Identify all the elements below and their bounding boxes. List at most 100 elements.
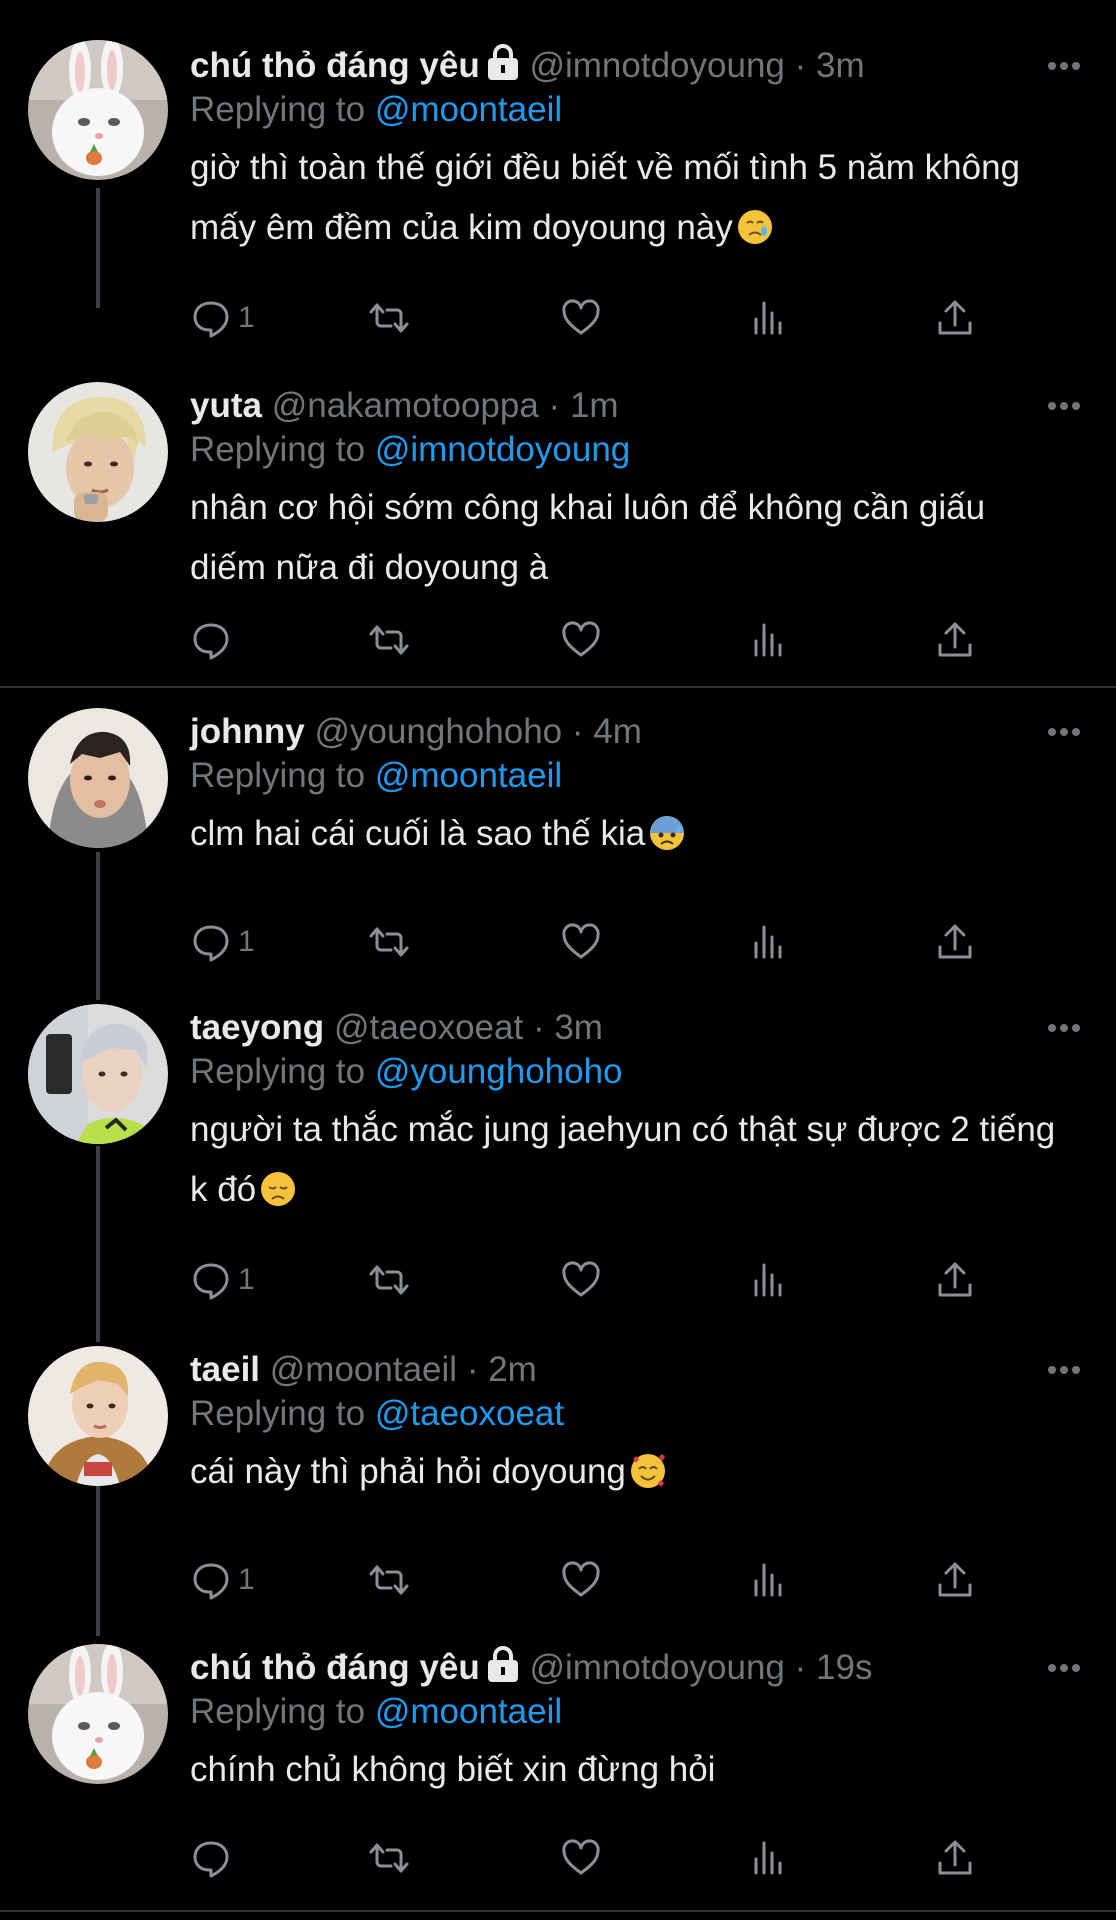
tweet-actions: 1 (190, 918, 990, 966)
tweet[interactable]: johnny @younghohoho · 4m Replying to @mo… (0, 688, 1116, 996)
tweet[interactable]: chú thỏ đáng yêu @imnotdoyoung · 3m Repl… (0, 0, 1116, 340)
retweet-icon (369, 1565, 409, 1595)
reply-count: 1 (238, 925, 255, 958)
retweet-icon (369, 927, 409, 957)
separator-dot: · (548, 386, 561, 425)
display-name[interactable]: taeyong (190, 1008, 324, 1047)
separator (0, 1910, 1116, 1912)
retweet-button[interactable] (368, 294, 410, 342)
reply-icon (193, 623, 229, 660)
replying-prefix: Replying to (190, 756, 366, 795)
handle[interactable]: @nakamotooppa (272, 386, 539, 425)
display-name[interactable]: chú thỏ đáng yêu (190, 46, 480, 85)
reply-button[interactable]: 1 (190, 294, 255, 342)
more-icon[interactable] (1044, 384, 1084, 428)
handle[interactable]: @imnotdoyoung (529, 46, 784, 85)
mention-link[interactable]: @taeoxoeat (375, 1394, 564, 1433)
tweet[interactable]: yuta @nakamotooppa · 1m Replying to @imn… (0, 340, 1116, 686)
heart-icon (562, 1561, 600, 1597)
handle[interactable]: @moontaeil (270, 1350, 457, 1389)
avatar[interactable] (28, 40, 168, 180)
tweet[interactable]: taeil @moontaeil · 2m Replying to @taeox… (0, 1336, 1116, 1636)
reply-button[interactable]: 1 (190, 1256, 255, 1304)
more-icon[interactable] (1044, 1646, 1084, 1690)
views-button[interactable] (748, 918, 790, 966)
handle[interactable]: @taeoxoeat (334, 1008, 523, 1047)
timestamp[interactable]: 4m (593, 712, 642, 751)
share-icon (938, 300, 972, 335)
retweet-button[interactable] (368, 1256, 410, 1304)
retweet-button[interactable] (368, 918, 410, 966)
replying-to: Replying to @moontaeil (190, 754, 1070, 798)
replying-to: Replying to @moontaeil (190, 1690, 1070, 1734)
like-button[interactable] (560, 1834, 602, 1882)
retweet-button[interactable] (368, 616, 410, 664)
reply-button[interactable]: 1 (190, 918, 255, 966)
avatar[interactable] (28, 382, 168, 522)
reply-button[interactable] (190, 1834, 238, 1882)
timestamp[interactable]: 3m (554, 1008, 603, 1047)
timestamp[interactable]: 19s (816, 1648, 872, 1687)
display-name[interactable]: johnny (190, 712, 305, 751)
share-button[interactable] (934, 616, 976, 664)
like-button[interactable] (560, 1256, 602, 1304)
like-button[interactable] (560, 616, 602, 664)
like-button[interactable] (560, 1556, 602, 1604)
more-icon[interactable] (1044, 710, 1084, 754)
tweet-text-body: giờ thì toàn thế giới đều biết về mối tì… (190, 148, 1021, 247)
retweet-button[interactable] (368, 1556, 410, 1604)
tweet[interactable]: taeyong @taeoxoeat · 3m Replying to @you… (0, 996, 1116, 1336)
like-button[interactable] (560, 294, 602, 342)
display-name[interactable]: taeil (190, 1350, 260, 1389)
tweet-text: nhân cơ hội sớm công khai luôn để không … (190, 478, 1070, 598)
retweet-button[interactable] (368, 1834, 410, 1882)
handle[interactable]: @younghohoho (314, 712, 562, 751)
mention-link[interactable]: @imnotdoyoung (375, 430, 630, 469)
tweet-header: yuta @nakamotooppa · 1m (190, 384, 1080, 428)
replying-prefix: Replying to (190, 90, 366, 129)
avatar[interactable] (28, 708, 168, 848)
more-icon[interactable] (1044, 44, 1084, 88)
tweet-actions (190, 1834, 990, 1882)
timestamp[interactable]: 3m (816, 46, 865, 85)
display-name[interactable]: chú thỏ đáng yêu (190, 1648, 480, 1687)
like-button[interactable] (560, 918, 602, 966)
share-button[interactable] (934, 1834, 976, 1882)
more-icon[interactable] (1044, 1348, 1084, 1392)
mention-link[interactable]: @moontaeil (375, 756, 562, 795)
tweet-text-body: cái này thì phải hỏi doyoung (190, 1452, 626, 1491)
views-button[interactable] (748, 1834, 790, 1882)
avatar[interactable] (28, 1644, 168, 1784)
views-button[interactable] (748, 1556, 790, 1604)
share-icon (938, 1262, 972, 1297)
views-button[interactable] (748, 1256, 790, 1304)
views-button[interactable] (748, 294, 790, 342)
avatar[interactable] (28, 1004, 168, 1144)
anxious-face-with-sweat-icon (650, 816, 685, 850)
mention-link[interactable]: @younghohoho (375, 1052, 623, 1091)
views-button[interactable] (748, 616, 790, 664)
reply-button[interactable]: 1 (190, 1556, 255, 1604)
display-name[interactable]: yuta (190, 386, 262, 425)
avatar[interactable] (28, 1346, 168, 1486)
share-button[interactable] (934, 1256, 976, 1304)
tweet[interactable]: chú thỏ đáng yêu @imnotdoyoung · 19s Rep… (0, 1636, 1116, 1910)
share-button[interactable] (934, 918, 976, 966)
timestamp[interactable]: 2m (488, 1350, 537, 1389)
smiling-face-with-hearts-icon (630, 1454, 665, 1488)
replying-prefix: Replying to (190, 1394, 366, 1433)
replying-to: Replying to @taeoxoeat (190, 1392, 1070, 1436)
more-icon[interactable] (1044, 1006, 1084, 1050)
tweet-text-body: chính chủ không biết xin đừng hỏi (190, 1750, 716, 1789)
separator-dot: · (532, 1008, 545, 1047)
share-button[interactable] (934, 1556, 976, 1604)
tweet-actions: 1 (190, 294, 990, 342)
mention-link[interactable]: @moontaeil (375, 1692, 562, 1731)
reply-button[interactable] (190, 616, 238, 664)
handle[interactable]: @imnotdoyoung (529, 1648, 784, 1687)
timestamp[interactable]: 1m (570, 386, 619, 425)
mention-link[interactable]: @moontaeil (375, 90, 562, 129)
reply-icon (193, 1563, 229, 1600)
heart-icon (562, 1839, 600, 1875)
share-button[interactable] (934, 294, 976, 342)
